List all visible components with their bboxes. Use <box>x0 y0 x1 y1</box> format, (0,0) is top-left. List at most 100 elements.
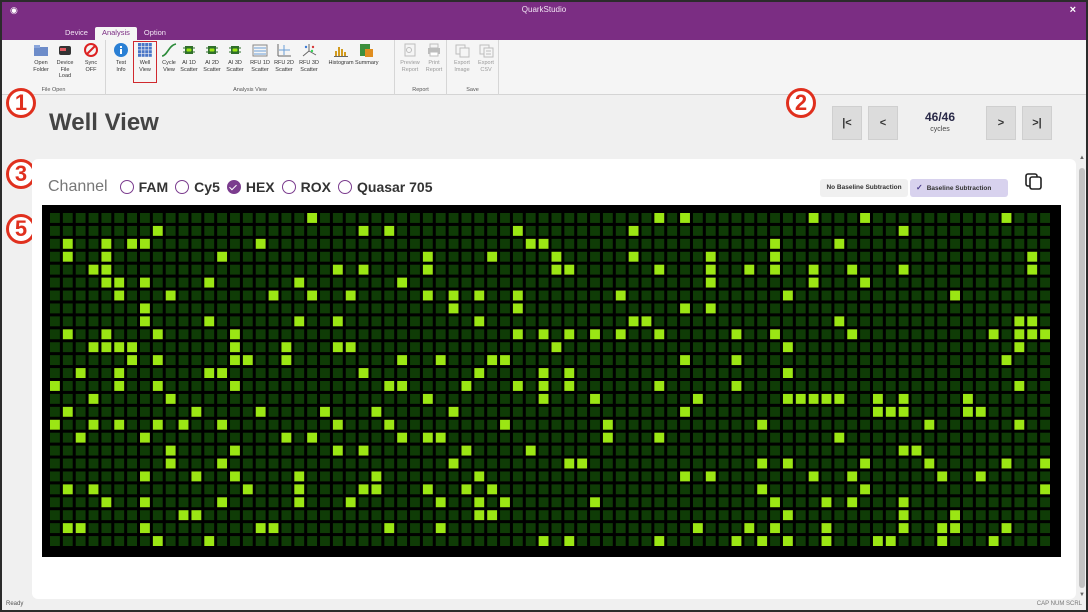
well-negative[interactable] <box>410 536 420 546</box>
well-negative[interactable] <box>924 225 935 236</box>
well-positive[interactable] <box>654 432 665 443</box>
well-negative[interactable] <box>50 342 60 353</box>
well-negative[interactable] <box>731 213 742 223</box>
well-negative[interactable] <box>795 381 806 391</box>
well-positive[interactable] <box>834 238 845 249</box>
well-negative[interactable] <box>371 342 382 353</box>
well-negative[interactable] <box>114 471 125 482</box>
well-negative[interactable] <box>795 484 806 495</box>
well-negative[interactable] <box>345 264 356 275</box>
well-negative[interactable] <box>937 303 948 314</box>
well-negative[interactable] <box>551 471 562 482</box>
well-negative[interactable] <box>435 471 446 482</box>
well-negative[interactable] <box>1001 536 1012 546</box>
well-negative[interactable] <box>525 484 536 495</box>
well-positive[interactable] <box>435 523 446 534</box>
channel-option-cy5[interactable]: Cy5 <box>175 179 220 195</box>
well-negative[interactable] <box>474 445 485 456</box>
well-negative[interactable] <box>872 471 883 482</box>
well-positive[interactable] <box>294 497 305 508</box>
well-negative[interactable] <box>551 368 562 378</box>
well-negative[interactable] <box>230 303 240 314</box>
well-negative[interactable] <box>178 264 189 275</box>
well-positive[interactable] <box>448 406 459 417</box>
well-negative[interactable] <box>1001 264 1012 275</box>
well-negative[interactable] <box>512 523 523 534</box>
well-negative[interactable] <box>795 445 806 456</box>
well-negative[interactable] <box>564 213 575 223</box>
well-negative[interactable] <box>590 277 600 288</box>
well-negative[interactable] <box>924 251 935 262</box>
well-negative[interactable] <box>204 458 215 469</box>
well-positive[interactable] <box>898 393 909 404</box>
well-negative[interactable] <box>307 497 318 508</box>
well-positive[interactable] <box>101 264 112 275</box>
well-negative[interactable] <box>422 381 433 391</box>
well-negative[interactable] <box>345 458 356 469</box>
well-negative[interactable] <box>307 225 318 236</box>
well-negative[interactable] <box>590 238 600 249</box>
well-negative[interactable] <box>500 510 510 521</box>
well-positive[interactable] <box>422 393 433 404</box>
well-negative[interactable] <box>731 523 742 534</box>
well-negative[interactable] <box>834 458 845 469</box>
well-negative[interactable] <box>667 277 678 288</box>
well-negative[interactable] <box>834 406 845 417</box>
well-negative[interactable] <box>1014 445 1025 456</box>
well-negative[interactable] <box>795 406 806 417</box>
well-negative[interactable] <box>255 419 266 430</box>
well-negative[interactable] <box>628 393 639 404</box>
well-negative[interactable] <box>242 536 253 546</box>
well-negative[interactable] <box>924 510 935 521</box>
well-negative[interactable] <box>795 419 806 430</box>
well-negative[interactable] <box>834 419 845 430</box>
well-positive[interactable] <box>152 419 163 430</box>
well-negative[interactable] <box>487 497 498 508</box>
well-positive[interactable] <box>538 329 549 340</box>
well-negative[interactable] <box>178 290 189 301</box>
well-negative[interactable] <box>885 213 896 223</box>
well-negative[interactable] <box>448 536 459 546</box>
well-negative[interactable] <box>75 316 86 327</box>
well-negative[interactable] <box>770 510 780 521</box>
well-negative[interactable] <box>294 238 305 249</box>
well-negative[interactable] <box>332 238 343 249</box>
well-negative[interactable] <box>641 355 652 366</box>
well-negative[interactable] <box>962 523 973 534</box>
well-negative[interactable] <box>705 290 716 301</box>
well-negative[interactable] <box>140 484 150 495</box>
well-negative[interactable] <box>204 432 215 443</box>
well-negative[interactable] <box>705 458 716 469</box>
well-negative[interactable] <box>384 471 395 482</box>
well-negative[interactable] <box>847 381 858 391</box>
well-negative[interactable] <box>654 484 665 495</box>
well-negative[interactable] <box>461 251 472 262</box>
well-negative[interactable] <box>860 316 870 327</box>
well-negative[interactable] <box>808 536 819 546</box>
well-positive[interactable] <box>757 536 768 546</box>
well-negative[interactable] <box>345 213 356 223</box>
well-positive[interactable] <box>358 264 369 275</box>
well-positive[interactable] <box>654 213 665 223</box>
well-negative[interactable] <box>75 445 86 456</box>
well-positive[interactable] <box>88 419 99 430</box>
well-negative[interactable] <box>1040 419 1050 430</box>
well-negative[interactable] <box>255 445 266 456</box>
well-positive[interactable] <box>152 329 163 340</box>
well-negative[interactable] <box>744 471 755 482</box>
well-negative[interactable] <box>538 213 549 223</box>
well-negative[interactable] <box>847 316 858 327</box>
well-negative[interactable] <box>242 458 253 469</box>
well-negative[interactable] <box>345 316 356 327</box>
well-negative[interactable] <box>860 393 870 404</box>
well-negative[interactable] <box>88 432 99 443</box>
well-negative[interactable] <box>152 277 163 288</box>
well-negative[interactable] <box>615 277 626 288</box>
well-negative[interactable] <box>641 406 652 417</box>
well-negative[interactable] <box>731 484 742 495</box>
well-negative[interactable] <box>165 536 176 546</box>
well-negative[interactable] <box>718 316 729 327</box>
well-negative[interactable] <box>847 368 858 378</box>
well-negative[interactable] <box>101 510 112 521</box>
well-negative[interactable] <box>808 381 819 391</box>
